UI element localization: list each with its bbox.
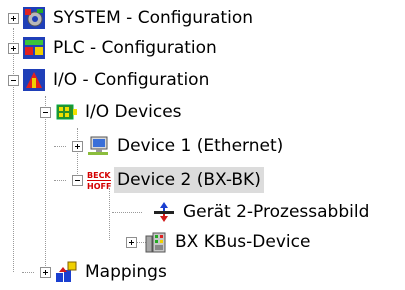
tree-item-label: I/O Devices xyxy=(85,102,182,122)
tree-item-process-image[interactable]: Gerät 2-Prozessabbild xyxy=(0,198,405,226)
tree-item-label: SYSTEM - Configuration xyxy=(53,8,253,28)
tree-item-label: Mappings xyxy=(85,262,167,282)
tree-item-label: BX KBus-Device xyxy=(175,232,311,252)
io-config-icon xyxy=(22,68,46,92)
tree-item-system-configuration[interactable]: SYSTEM - Configuration xyxy=(0,4,320,32)
tree-item-label: PLC - Configuration xyxy=(53,38,217,58)
mappings-icon xyxy=(54,260,78,284)
tree-item-label: Gerät 2-Prozessabbild xyxy=(183,202,370,222)
expand-plus-icon[interactable] xyxy=(72,141,83,152)
tree-item-label: Device 2 (BX-BK) xyxy=(114,167,264,193)
system-config-icon xyxy=(22,6,46,30)
ethernet-device-icon xyxy=(86,134,110,158)
tree-item-io-configuration[interactable]: I/O - Configuration xyxy=(0,66,320,94)
tree-item-label: Device 1 (Ethernet) xyxy=(117,136,284,156)
tree-item-device-2[interactable]: BECK HOFF Device 2 (BX-BK) xyxy=(0,166,360,194)
beckhoff-logo-bottom: HOFF xyxy=(87,182,111,191)
collapse-minus-icon[interactable] xyxy=(40,107,51,118)
beckhoff-device-icon: BECK HOFF xyxy=(86,167,112,191)
expand-plus-icon[interactable] xyxy=(8,13,19,24)
expand-plus-icon[interactable] xyxy=(126,237,137,248)
collapse-minus-icon[interactable] xyxy=(72,175,83,186)
tree-item-label: I/O - Configuration xyxy=(53,70,210,90)
beckhoff-logo-top: BECK xyxy=(87,171,111,180)
tree-item-device-1[interactable]: Device 1 (Ethernet) xyxy=(0,132,360,160)
expand-plus-icon[interactable] xyxy=(40,267,51,278)
process-image-icon xyxy=(152,200,176,224)
plc-config-icon xyxy=(22,36,46,60)
tree-item-plc-configuration[interactable]: PLC - Configuration xyxy=(0,34,320,62)
tree-item-io-devices[interactable]: I/O Devices xyxy=(0,98,320,126)
kbus-device-icon xyxy=(144,230,168,254)
tree-item-mappings[interactable]: Mappings xyxy=(0,258,300,286)
configuration-tree: SYSTEM - Configuration PLC - Configurati… xyxy=(0,0,405,290)
collapse-minus-icon[interactable] xyxy=(8,75,19,86)
tree-item-kbus-device[interactable]: BX KBus-Device xyxy=(0,228,360,256)
expand-plus-icon[interactable] xyxy=(8,43,19,54)
io-devices-icon xyxy=(54,100,78,124)
